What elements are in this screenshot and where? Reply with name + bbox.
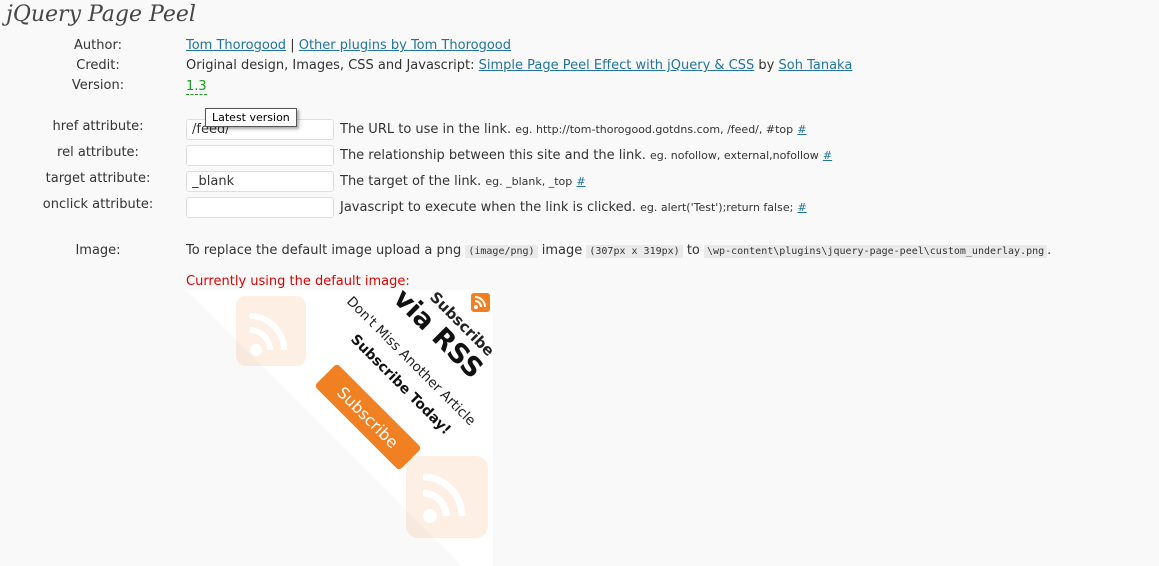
credit-design-link[interactable]: Simple Page Peel Effect with jQuery & CS… — [479, 58, 755, 73]
image-label: Image: — [75, 243, 121, 258]
rss-icon — [471, 293, 490, 312]
onclick-example: eg. alert('Test');return false; — [640, 201, 794, 214]
href-description-text: The URL to use in the link. — [340, 122, 512, 137]
image-text-3: to — [686, 243, 700, 258]
rel-description-text: The relationship between this site and t… — [340, 148, 646, 163]
href-help-link[interactable]: # — [797, 123, 806, 136]
image-text-2: image — [541, 243, 583, 258]
rel-input[interactable] — [186, 145, 334, 166]
plugin-title: jQuery Page Peel — [6, 2, 196, 27]
page-peel-image: Subscribe via RSS Don't Miss Another Art… — [186, 290, 493, 566]
rss-watermark-bottom-icon — [406, 456, 488, 538]
onclick-description: Javascript to execute when the link is c… — [340, 200, 807, 215]
author-label: Author: — [74, 38, 122, 53]
version-tooltip: Latest version — [205, 108, 297, 127]
author-link[interactable]: Tom Thorogood — [186, 38, 286, 53]
target-label: target attribute: — [45, 171, 151, 186]
target-input[interactable] — [186, 171, 334, 192]
image-path: \wp-content\plugins\jquery-page-peel\cus… — [704, 245, 1048, 258]
other-plugins-link[interactable]: Other plugins by Tom Thorogood — [299, 38, 511, 53]
rel-label: rel attribute: — [57, 145, 139, 160]
credit-by: by — [758, 58, 775, 73]
credit-author-link[interactable]: Soh Tanaka — [779, 58, 853, 73]
target-example: eg. _blank, _top — [485, 175, 573, 188]
href-label: href attribute: — [52, 119, 144, 134]
page-peel-graphic: Subscribe via RSS Don't Miss Another Art… — [186, 290, 493, 566]
onclick-input[interactable] — [186, 197, 334, 218]
rss-watermark-top-icon — [236, 296, 306, 366]
rel-example: eg. nofollow, external,nofollow — [650, 149, 819, 162]
onclick-help-link[interactable]: # — [797, 201, 806, 214]
target-help-link[interactable]: # — [576, 175, 585, 188]
author-value: Tom Thorogood | Other plugins by Tom Tho… — [186, 38, 511, 53]
image-text-4: . — [1047, 243, 1052, 258]
image-size: (307px x 319px) — [586, 245, 683, 258]
version-number[interactable]: 1.3 — [186, 79, 207, 95]
rel-help-link[interactable]: # — [823, 149, 832, 162]
image-text-1: To replace the default image upload a pn… — [186, 243, 462, 258]
author-separator: | — [290, 38, 295, 53]
credit-value: Original design, Images, CSS and Javascr… — [186, 58, 852, 73]
credit-text: Original design, Images, CSS and Javascr… — [186, 58, 475, 73]
credit-label: Credit: — [76, 58, 120, 73]
default-image-note: Currently using the default image: — [186, 274, 410, 289]
image-instructions: To replace the default image upload a pn… — [186, 243, 1051, 258]
href-example: eg. http://tom-thorogood.gotdns.com, /fe… — [515, 123, 794, 136]
href-description: The URL to use in the link. eg. http://t… — [340, 122, 807, 137]
version-label: Version: — [71, 78, 125, 93]
onclick-description-text: Javascript to execute when the link is c… — [340, 200, 636, 215]
onclick-label: onclick attribute: — [42, 197, 154, 212]
target-description: The target of the link. eg. _blank, _top… — [340, 174, 586, 189]
image-mime: (image/png) — [465, 245, 538, 258]
target-description-text: The target of the link. — [340, 174, 482, 189]
rel-description: The relationship between this site and t… — [340, 148, 832, 163]
